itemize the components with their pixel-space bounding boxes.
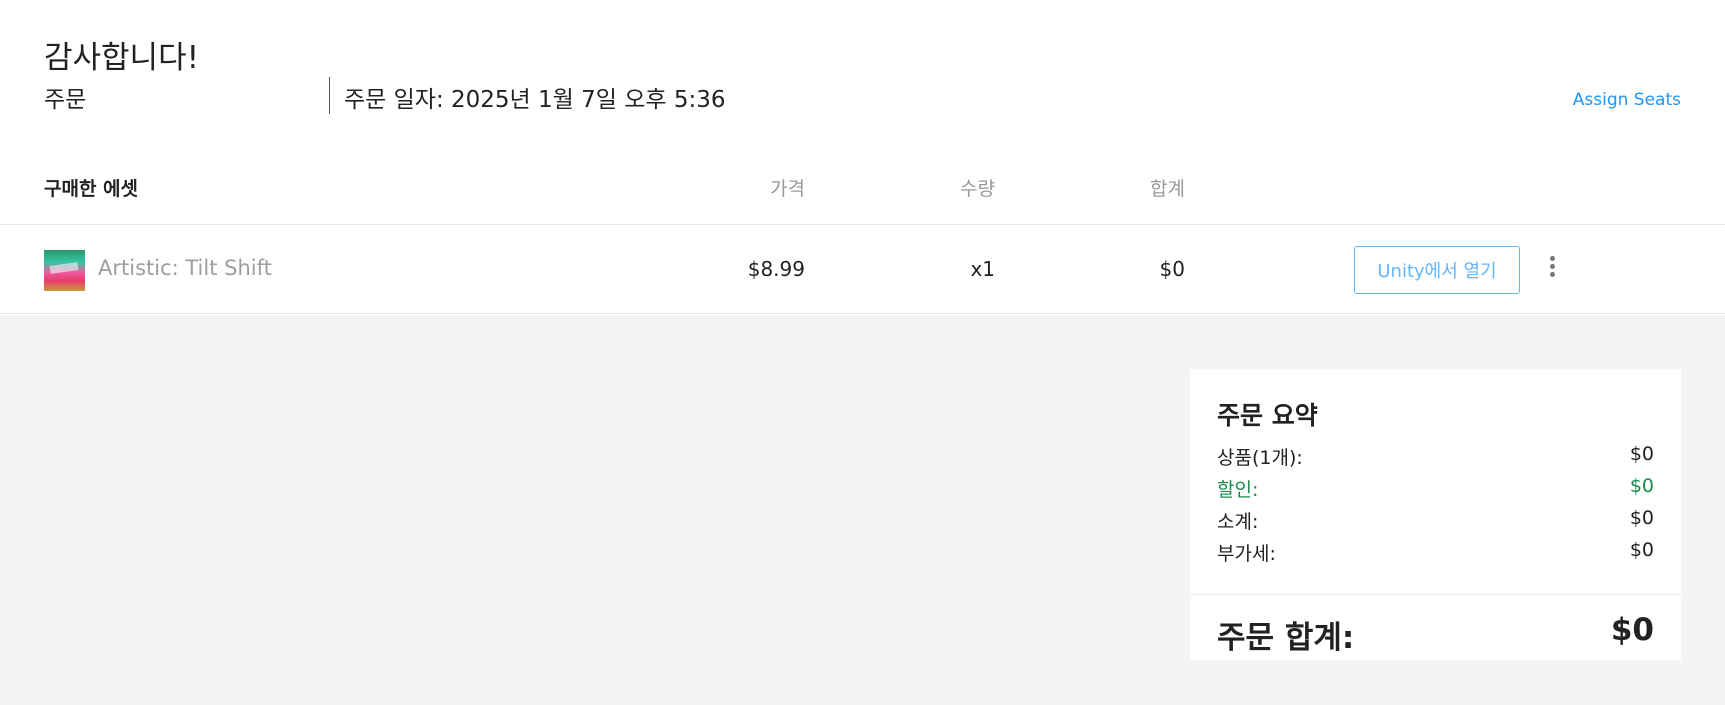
order-confirmation-header: 감사합니다! 주문 주문 일자: 2025년 1월 7일 오후 5:36 Ass… [0, 0, 1725, 315]
order-label: 주문 [44, 87, 87, 113]
summary-line-subtotal: 소계: $0 [1217, 507, 1654, 534]
column-header-assets: 구매한 에셋 [44, 178, 139, 200]
summary-line-items: 상품(1개): $0 [1217, 443, 1654, 470]
summary-line-label: 상품(1개): [1217, 447, 1303, 469]
summary-line-label: 소계: [1217, 511, 1259, 533]
open-in-unity-button[interactable]: Unity에서 열기 [1354, 246, 1520, 294]
assets-table-header: 구매한 에셋 가격 수량 합계 [0, 170, 1725, 225]
summary-title: 주문 요약 [1217, 401, 1318, 430]
column-header-total: 합계 [1150, 178, 1185, 200]
asset-quantity: x1 [970, 257, 995, 281]
asset-price: $8.99 [747, 257, 805, 281]
summary-line-value: $0 [1629, 539, 1654, 561]
order-summary-card: 주문 요약 상품(1개): $0 할인: $0 소계: $0 부가세: $0 주… [1190, 369, 1681, 660]
summary-line-label: 할인: [1217, 479, 1259, 501]
summary-total-label: 주문 합계: [1217, 620, 1355, 656]
table-row: Artistic: Tilt Shift $8.99 x1 $0 Unity에서… [0, 226, 1725, 314]
page-title: 감사합니다! [44, 40, 200, 76]
summary-total: 주문 합계: $0 [1217, 612, 1654, 657]
column-header-price: 가격 [770, 178, 805, 200]
summary-total-value: $0 [1610, 612, 1654, 648]
summary-line-label: 부가세: [1217, 543, 1276, 565]
vertical-divider [329, 77, 330, 114]
kebab-menu-icon[interactable] [1546, 256, 1558, 282]
summary-line-value: $0 [1629, 507, 1654, 529]
summary-line-value: $0 [1629, 475, 1654, 497]
asset-total: $0 [1159, 257, 1185, 281]
column-header-quantity: 수량 [960, 178, 995, 200]
summary-line-value: $0 [1629, 443, 1654, 465]
order-date: 주문 일자: 2025년 1월 7일 오후 5:36 [344, 87, 726, 113]
summary-line-vat: 부가세: $0 [1217, 539, 1654, 566]
summary-divider [1190, 594, 1681, 595]
asset-thumbnail[interactable] [44, 250, 85, 291]
asset-name-link[interactable]: Artistic: Tilt Shift [98, 256, 272, 280]
assign-seats-link[interactable]: Assign Seats [1573, 90, 1681, 110]
summary-line-discount: 할인: $0 [1217, 475, 1654, 502]
